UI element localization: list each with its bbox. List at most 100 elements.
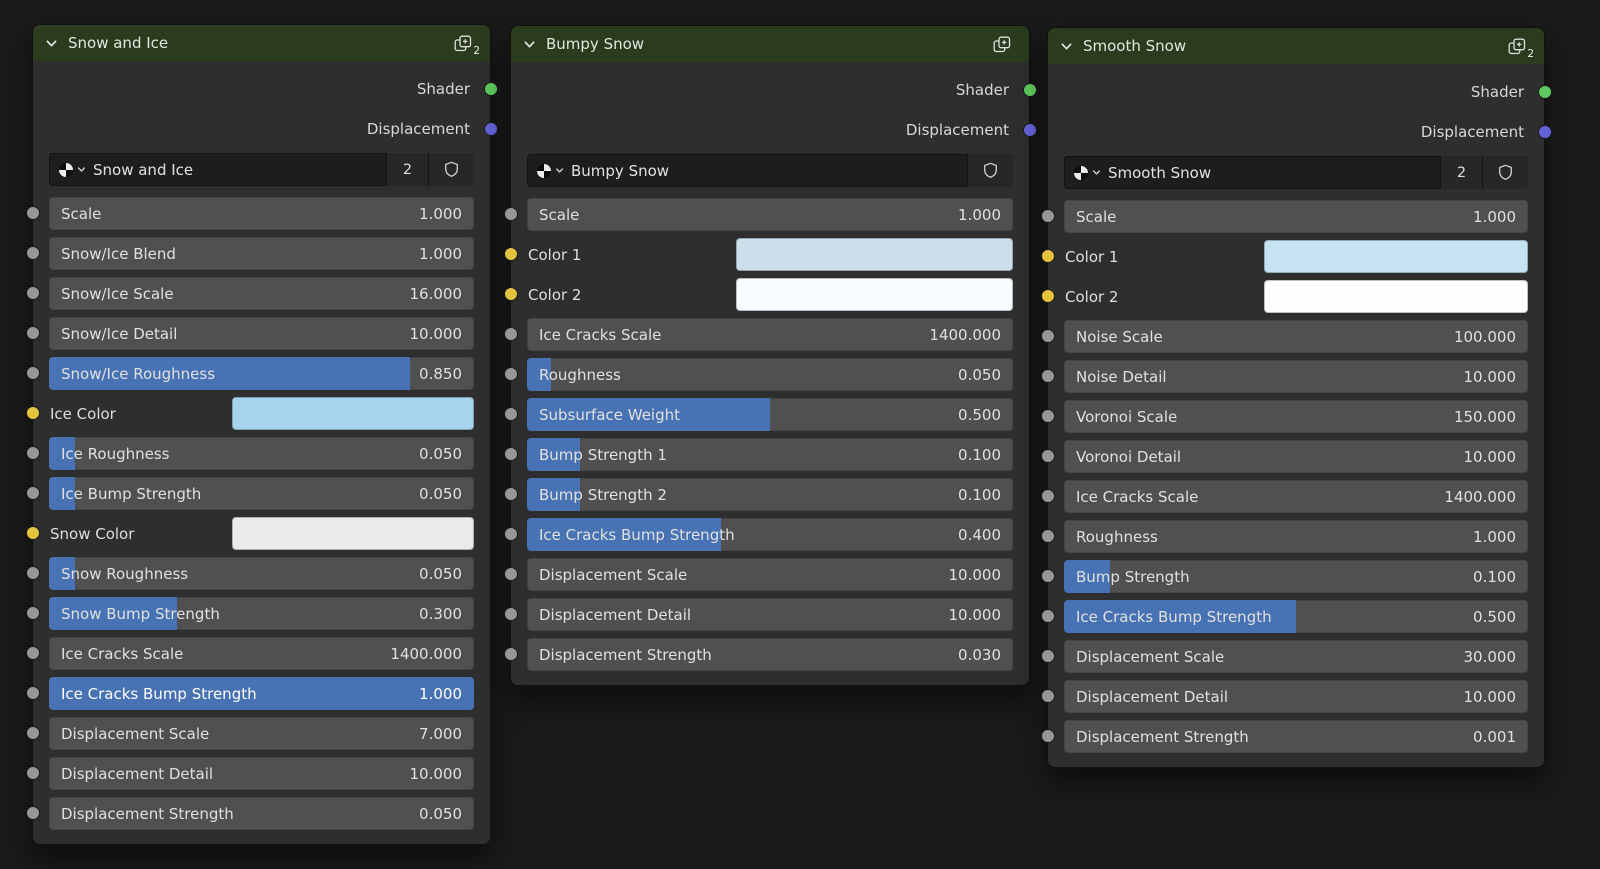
input-socket-bump-strength[interactable] xyxy=(1041,569,1055,583)
input-socket-scale[interactable] xyxy=(26,206,40,220)
value-slider[interactable]: Ice Bump Strength 0.050 xyxy=(49,477,474,510)
fake-user-shield-button[interactable] xyxy=(428,153,474,186)
input-socket-ice-cracks-scale[interactable] xyxy=(1041,489,1055,503)
input-socket-noise-detail[interactable] xyxy=(1041,369,1055,383)
value-slider[interactable]: Voronoi Scale 150.000 xyxy=(1064,400,1528,433)
group-name-field[interactable]: Bumpy Snow xyxy=(527,154,967,187)
fake-user-shield-button[interactable] xyxy=(1482,156,1528,189)
input-socket-color-1[interactable] xyxy=(1041,249,1055,263)
input-socket-color-2[interactable] xyxy=(1041,289,1055,303)
color-swatch[interactable] xyxy=(231,397,474,430)
input-socket-subsurface-weight[interactable] xyxy=(504,407,518,421)
input-socket-ice-roughness[interactable] xyxy=(26,446,40,460)
input-socket-color-1[interactable] xyxy=(504,247,518,261)
value-slider[interactable]: Subsurface Weight 0.500 xyxy=(527,398,1013,431)
node-header[interactable]: Bumpy Snow xyxy=(511,26,1029,62)
node-header[interactable]: Smooth Snow 2 xyxy=(1048,28,1544,64)
value-slider[interactable]: Roughness 0.050 xyxy=(527,358,1013,391)
input-socket-displacement-strength[interactable] xyxy=(1041,729,1055,743)
output-socket-displacement[interactable] xyxy=(484,122,498,136)
collapse-chevron-icon[interactable] xyxy=(523,38,536,51)
input-socket-snow-ice-roughness[interactable] xyxy=(26,366,40,380)
input-socket-displacement-strength[interactable] xyxy=(26,806,40,820)
input-socket-displacement-detail[interactable] xyxy=(1041,689,1055,703)
output-socket-shader[interactable] xyxy=(1538,85,1552,99)
group-users-count-button[interactable]: 2 xyxy=(386,153,428,186)
value-slider[interactable]: Ice Cracks Bump Strength 1.000 xyxy=(49,677,474,710)
output-socket-shader[interactable] xyxy=(1023,83,1037,97)
value-slider[interactable]: Scale 1.000 xyxy=(527,198,1013,231)
input-socket-ice-cracks-scale[interactable] xyxy=(26,646,40,660)
input-socket-scale[interactable] xyxy=(504,207,518,221)
node-group-selector[interactable]: Snow and Ice 2 xyxy=(49,153,474,186)
group-users-count-button[interactable]: 2 xyxy=(1440,156,1482,189)
value-slider[interactable]: Snow/Ice Roughness 0.850 xyxy=(49,357,474,390)
collapse-chevron-icon[interactable] xyxy=(1060,40,1073,53)
value-slider[interactable]: Snow/Ice Blend 1.000 xyxy=(49,237,474,270)
input-socket-color-2[interactable] xyxy=(504,287,518,301)
node-header[interactable]: Snow and Ice 2 xyxy=(33,25,490,61)
color-swatch[interactable] xyxy=(735,238,1013,271)
value-slider[interactable]: Ice Cracks Bump Strength 0.500 xyxy=(1064,600,1528,633)
input-socket-voronoi-detail[interactable] xyxy=(1041,449,1055,463)
nodetree-browse-icon[interactable] xyxy=(58,162,86,178)
color-swatch[interactable] xyxy=(231,517,474,550)
input-socket-scale[interactable] xyxy=(1041,209,1055,223)
node-bumpy-snow[interactable]: Bumpy Snow Shader Displacement Bumpy Snow Sc… xyxy=(504,25,1037,686)
value-slider[interactable]: Displacement Strength 0.001 xyxy=(1064,720,1528,753)
output-socket-shader[interactable] xyxy=(484,82,498,96)
value-slider[interactable]: Noise Detail 10.000 xyxy=(1064,360,1528,393)
value-slider[interactable]: Ice Cracks Scale 1400.000 xyxy=(49,637,474,670)
input-socket-displacement-detail[interactable] xyxy=(504,607,518,621)
value-slider[interactable]: Ice Cracks Bump Strength 0.400 xyxy=(527,518,1013,551)
value-slider[interactable]: Bump Strength 0.100 xyxy=(1064,560,1528,593)
input-socket-displacement-scale[interactable] xyxy=(26,726,40,740)
input-socket-voronoi-scale[interactable] xyxy=(1041,409,1055,423)
value-slider[interactable]: Displacement Scale 7.000 xyxy=(49,717,474,750)
value-slider[interactable]: Snow/Ice Scale 16.000 xyxy=(49,277,474,310)
value-slider[interactable]: Voronoi Detail 10.000 xyxy=(1064,440,1528,473)
input-socket-ice-cracks-bump-strength[interactable] xyxy=(26,686,40,700)
value-slider[interactable]: Ice Roughness 0.050 xyxy=(49,437,474,470)
value-slider[interactable]: Bump Strength 1 0.100 xyxy=(527,438,1013,471)
input-socket-bump-strength-1[interactable] xyxy=(504,447,518,461)
collapse-chevron-icon[interactable] xyxy=(45,37,58,50)
input-socket-displacement-detail[interactable] xyxy=(26,766,40,780)
value-slider[interactable]: Snow Roughness 0.050 xyxy=(49,557,474,590)
value-slider[interactable]: Roughness 1.000 xyxy=(1064,520,1528,553)
color-swatch[interactable] xyxy=(735,278,1013,311)
value-slider[interactable]: Bump Strength 2 0.100 xyxy=(527,478,1013,511)
input-socket-ice-cracks-scale[interactable] xyxy=(504,327,518,341)
input-socket-displacement-strength[interactable] xyxy=(504,647,518,661)
node-editor-canvas[interactable]: Snow and Ice 2 Shader Displacement Snow and … xyxy=(0,0,1600,869)
node-smooth-snow[interactable]: Smooth Snow 2 Shader Displacement Smooth Sno… xyxy=(1041,27,1552,768)
input-socket-ice-color[interactable] xyxy=(26,406,40,420)
group-name-field[interactable]: Smooth Snow xyxy=(1064,156,1440,189)
value-slider[interactable]: Ice Cracks Scale 1400.000 xyxy=(1064,480,1528,513)
input-socket-snow-ice-blend[interactable] xyxy=(26,246,40,260)
input-socket-roughness[interactable] xyxy=(504,367,518,381)
value-slider[interactable]: Ice Cracks Scale 1400.000 xyxy=(527,318,1013,351)
input-socket-snow-roughness[interactable] xyxy=(26,566,40,580)
nodetree-browse-icon[interactable] xyxy=(1073,165,1101,181)
value-slider[interactable]: Scale 1.000 xyxy=(49,197,474,230)
color-swatch[interactable] xyxy=(1263,280,1528,313)
value-slider[interactable]: Snow/Ice Detail 10.000 xyxy=(49,317,474,350)
node-group-selector[interactable]: Smooth Snow 2 xyxy=(1064,156,1528,189)
input-socket-snow-bump-strength[interactable] xyxy=(26,606,40,620)
nodetree-browse-icon[interactable] xyxy=(536,163,564,179)
input-socket-ice-bump-strength[interactable] xyxy=(26,486,40,500)
input-socket-ice-cracks-bump-strength[interactable] xyxy=(1041,609,1055,623)
output-socket-displacement[interactable] xyxy=(1538,125,1552,139)
input-socket-snow-ice-scale[interactable] xyxy=(26,286,40,300)
value-slider[interactable]: Displacement Detail 10.000 xyxy=(1064,680,1528,713)
value-slider[interactable]: Displacement Scale 30.000 xyxy=(1064,640,1528,673)
output-socket-displacement[interactable] xyxy=(1023,123,1037,137)
group-name-field[interactable]: Snow and Ice xyxy=(49,153,386,186)
value-slider[interactable]: Displacement Strength 0.050 xyxy=(49,797,474,830)
input-socket-snow-color[interactable] xyxy=(26,526,40,540)
input-socket-noise-scale[interactable] xyxy=(1041,329,1055,343)
value-slider[interactable]: Displacement Scale 10.000 xyxy=(527,558,1013,591)
color-swatch[interactable] xyxy=(1263,240,1528,273)
input-socket-roughness[interactable] xyxy=(1041,529,1055,543)
